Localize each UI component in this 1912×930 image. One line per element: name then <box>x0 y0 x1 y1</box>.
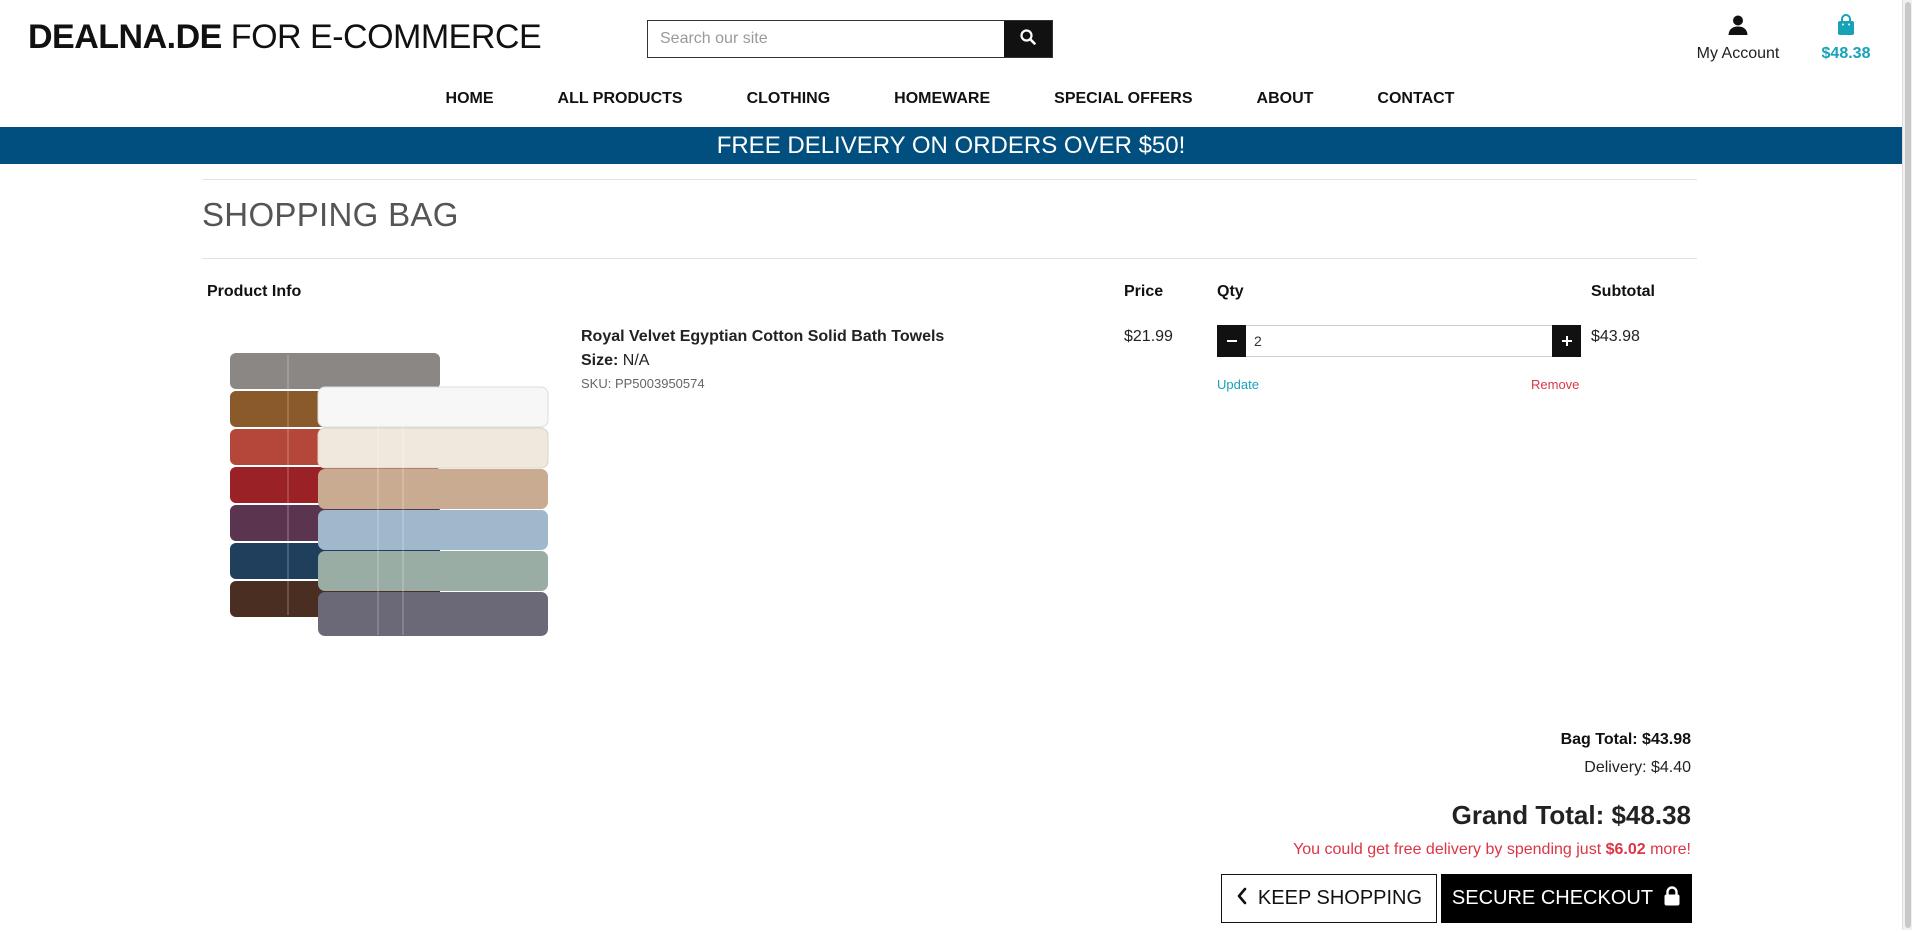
page-title: SHOPPING BAG <box>202 196 459 233</box>
shopping-bag-link[interactable]: $48.38 <box>1818 14 1874 63</box>
site-logo[interactable]: DEALNA.DE FOR E-COMMERCE <box>28 18 542 57</box>
nav-contact[interactable]: CONTACT <box>1345 88 1486 110</box>
grand-total: Grand Total: $48.38 <box>1451 800 1691 830</box>
page-scrollbar[interactable] <box>1902 0 1912 930</box>
free-delivery-message: You could get free delivery by spending … <box>1293 841 1691 859</box>
product-image <box>228 345 550 645</box>
bag-total: Bag Total: $43.98 <box>1560 731 1691 748</box>
search-input[interactable] <box>648 21 1004 57</box>
my-account-label: My Account <box>1696 45 1780 62</box>
nav-special-offers[interactable]: SPECIAL OFFERS <box>1022 88 1224 110</box>
increment-qty-button[interactable] <box>1552 325 1581 357</box>
keep-shopping-label: KEEP SHOPPING <box>1257 887 1423 909</box>
delivery-cost: Delivery: $4.40 <box>1584 759 1691 776</box>
header-price: Price <box>1124 283 1164 300</box>
quantity-stepper <box>1217 325 1581 357</box>
product-price: $21.99 <box>1124 328 1173 345</box>
header-subtotal: Subtotal <box>1591 283 1655 300</box>
search-form <box>647 20 1053 58</box>
nav-home[interactable]: HOME <box>414 88 526 110</box>
bag-total-label: $48.38 <box>1821 45 1871 62</box>
remove-link[interactable]: Remove <box>1531 377 1579 392</box>
nav-homeware[interactable]: HOMEWARE <box>862 88 1022 110</box>
nav-clothing[interactable]: CLOTHING <box>715 88 863 110</box>
search-button[interactable] <box>1004 21 1052 57</box>
user-icon <box>1727 15 1749 40</box>
minus-icon <box>1226 330 1238 353</box>
logo-brand: DEALNA.DE <box>28 18 222 56</box>
divider <box>202 258 1697 259</box>
nav-all-products[interactable]: ALL PRODUCTS <box>526 88 715 110</box>
scrollbar-thumb[interactable] <box>1905 2 1911 928</box>
chevron-left-icon <box>1236 887 1248 911</box>
decrement-qty-button[interactable] <box>1217 325 1246 357</box>
lock-icon <box>1663 885 1681 912</box>
plus-icon <box>1561 330 1573 353</box>
quantity-input[interactable] <box>1246 325 1552 357</box>
logo-tagline: FOR E-COMMERCE <box>230 18 542 56</box>
secure-checkout-label: SECURE CHECKOUT <box>1451 887 1654 909</box>
delivery-banner: FREE DELIVERY ON ORDERS OVER $50! <box>0 127 1902 164</box>
divider <box>202 179 1697 180</box>
size-value: N/A <box>622 352 650 369</box>
product-name[interactable]: Royal Velvet Egyptian Cotton Solid Bath … <box>581 328 944 346</box>
shopping-bag-icon <box>1836 14 1856 40</box>
item-subtotal: $43.98 <box>1591 328 1640 345</box>
free-msg-text: You could get free delivery by spending … <box>1293 841 1602 858</box>
free-msg-amount: $6.02 <box>1605 841 1646 858</box>
free-msg-suffix: more! <box>1650 841 1691 858</box>
product-size: Size: N/A <box>581 352 649 370</box>
secure-checkout-button[interactable]: SECURE CHECKOUT <box>1441 874 1692 923</box>
size-label: Size: <box>581 352 619 369</box>
main-nav: HOME ALL PRODUCTS CLOTHING HOMEWARE SPEC… <box>0 88 1900 110</box>
header-product-info: Product Info <box>207 283 302 300</box>
header-qty: Qty <box>1217 283 1244 300</box>
nav-about[interactable]: ABOUT <box>1225 88 1346 110</box>
search-icon <box>1020 28 1036 50</box>
product-sku: SKU: PP5003950574 <box>581 376 705 391</box>
update-link[interactable]: Update <box>1217 377 1259 392</box>
my-account-link[interactable]: My Account <box>1688 14 1788 63</box>
keep-shopping-button[interactable]: KEEP SHOPPING <box>1221 874 1437 923</box>
